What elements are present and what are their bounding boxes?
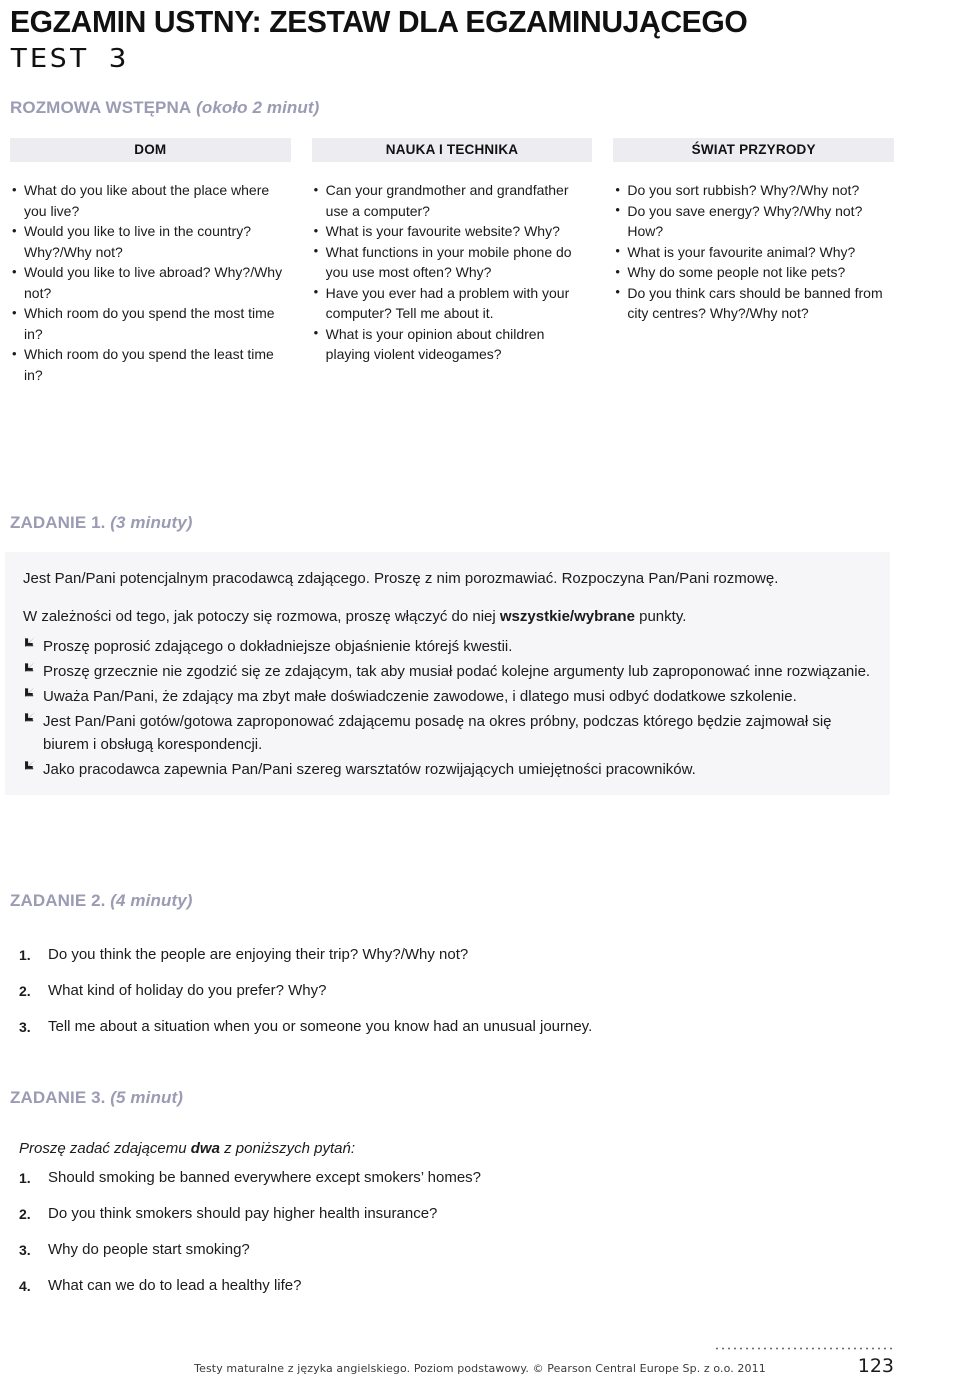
- list-item: What is your opinion about children play…: [312, 323, 593, 365]
- list-item: 1. Do you think the people are enjoying t…: [10, 945, 890, 965]
- list-item-text: What can we do to lead a healthy life?: [48, 1277, 302, 1294]
- section-heading-label: ROZMOWA WSTĘPNA: [10, 98, 192, 117]
- list-item: Proszę poprosić zdającego o dokładniejsz…: [23, 635, 872, 658]
- question-column-dom: What do you like about the place where y…: [10, 180, 291, 385]
- list-item-number: 4.: [19, 1278, 31, 1294]
- list-item-text: Proszę grzecznie nie zgodzić się ze zdaj…: [43, 663, 871, 680]
- list-item: What is your favourite animal? Why?: [613, 241, 894, 263]
- document-page: EGZAMIN USTNY: ZESTAW DLA EGZAMINUJĄCEGO…: [0, 0, 960, 1385]
- footer-credit: Testy maturalne z języka angielskiego. P…: [194, 1362, 766, 1375]
- task1-instruction-before: W zależności od tego, jak potoczy się ro…: [23, 608, 500, 625]
- list-item-text: Tell me about a situation when you or so…: [48, 1018, 593, 1035]
- zadanie-1-duration: (3 minuty): [105, 513, 193, 532]
- arrow-down-left-icon: [25, 636, 36, 647]
- section-heading-rozmowa-wstepna: ROZMOWA WSTĘPNA (około 2 minut): [10, 98, 319, 118]
- arrow-down-left-icon: [25, 759, 36, 770]
- list-item-text: Jako pracodawca zapewnia Pan/Pani szereg…: [43, 761, 696, 778]
- list-item-text: Jest Pan/Pani gotów/gotowa zaproponować …: [43, 713, 832, 753]
- list-item-text: Uważa Pan/Pani, że zdający ma zbyt małe …: [43, 688, 797, 705]
- zadanie-1-label: ZADANIE 1.: [10, 513, 106, 532]
- list-item-text: Do you think the people are enjoying the…: [48, 946, 469, 963]
- test-label: TEST 3: [10, 43, 129, 74]
- section-heading-zadanie-3: ZADANIE 3. (5 minut): [10, 1088, 183, 1108]
- task1-panel: Jest Pan/Pani potencjalnym pracodawcą zd…: [5, 552, 890, 795]
- list-item: Do you save energy? Why?/Why not? How?: [613, 200, 894, 242]
- zadanie-3-duration: (5 minut): [105, 1088, 183, 1107]
- list-item-number: 2.: [19, 1206, 31, 1222]
- question-list: Do you sort rubbish? Why?/Why not? Do yo…: [613, 180, 894, 324]
- topic-header-row: DOM NAUKA I TECHNIKA ŚWIAT PRZYRODY: [10, 138, 895, 162]
- topic-header-nauka-i-technika: NAUKA I TECHNIKA: [311, 138, 593, 162]
- task3-intro-before: Proszę zadać zdającemu: [19, 1140, 191, 1157]
- task1-points-list: Proszę poprosić zdającego o dokładniejsz…: [23, 635, 872, 781]
- list-item: Proszę grzecznie nie zgodzić się ze zdaj…: [23, 660, 872, 683]
- question-list: Can your grandmother and grandfather use…: [312, 180, 593, 365]
- list-item: Jest Pan/Pani gotów/gotowa zaproponować …: [23, 710, 872, 756]
- list-item-text: Proszę poprosić zdającego o dokładniejsz…: [43, 638, 513, 655]
- list-item-text: Do you think smokers should pay higher h…: [48, 1205, 438, 1222]
- question-column-nauka-i-technika: Can your grandmother and grandfather use…: [312, 180, 593, 385]
- question-column-swiat-przyrody: Do you sort rubbish? Why?/Why not? Do yo…: [613, 180, 894, 385]
- task2-question-list: 1. Do you think the people are enjoying t…: [10, 945, 890, 1053]
- list-item: 2. What kind of holiday do you prefer? Wh…: [10, 981, 890, 1001]
- zadanie-3-label: ZADANIE 3.: [10, 1088, 106, 1107]
- arrow-down-left-icon: [25, 661, 36, 672]
- list-item: Which room do you spend the least time i…: [10, 344, 291, 385]
- list-item: 4. What can we do to lead a healthy life?: [10, 1276, 890, 1296]
- question-list: What do you like about the place where y…: [10, 180, 291, 385]
- section-heading-duration: (około 2 minut): [191, 98, 320, 117]
- topic-header-swiat-przyrody: ŚWIAT PRZYRODY: [613, 138, 895, 162]
- list-item: Can your grandmother and grandfather use…: [312, 180, 593, 221]
- list-item: Do you think cars should be banned from …: [613, 282, 894, 324]
- list-item: 3. Why do people start smoking?: [10, 1240, 890, 1260]
- list-item-number: 1.: [19, 1170, 31, 1186]
- task3-intro-after: z poniższych pytań:: [219, 1140, 356, 1157]
- page-number: 123: [857, 1355, 894, 1377]
- list-item: Would you like to live abroad? Why?/Why …: [10, 262, 291, 303]
- list-item: 2. Do you think smokers should pay higher…: [10, 1204, 890, 1224]
- list-item-text: What kind of holiday do you prefer? Why?: [48, 982, 327, 999]
- list-item-number: 1.: [19, 947, 31, 963]
- zadanie-2-label: ZADANIE 2.: [10, 891, 106, 910]
- list-item-text: Why do people start smoking?: [48, 1241, 250, 1258]
- zadanie-2-duration: (4 minuty): [105, 891, 193, 910]
- task1-instruction-after: punkty.: [634, 608, 687, 625]
- list-item: 1. Should smoking be banned everywhere ex…: [10, 1168, 890, 1188]
- arrow-down-left-icon: [25, 711, 36, 722]
- task1-intro: Jest Pan/Pani potencjalnym pracodawcą zd…: [23, 570, 779, 587]
- list-item: Do you sort rubbish? Why?/Why not?: [613, 180, 894, 201]
- list-item: Which room do you spend the most time in…: [10, 303, 291, 344]
- list-item-number: 2.: [19, 983, 31, 999]
- section-heading-zadanie-2: ZADANIE 2. (4 minuty): [10, 891, 193, 911]
- footer-dotted-rule: [714, 1347, 894, 1350]
- section-heading-zadanie-1: ZADANIE 1. (3 minuty): [10, 513, 193, 533]
- task3-intro: Proszę zadać zdającemu dwa z poniższych …: [19, 1140, 355, 1157]
- list-item: What is your favourite website? Why?: [312, 221, 593, 242]
- list-item: What do you like about the place where y…: [10, 180, 291, 221]
- task3-question-list: 1. Should smoking be banned everywhere ex…: [10, 1168, 890, 1312]
- list-item: Jako pracodawca zapewnia Pan/Pani szereg…: [23, 758, 872, 781]
- question-columns: What do you like about the place where y…: [10, 180, 894, 385]
- list-item: Why do some people not like pets?: [613, 262, 894, 283]
- list-item-number: 3.: [19, 1242, 31, 1258]
- list-item: What functions in your mobile phone do y…: [312, 241, 593, 283]
- list-item: Would you like to live in the country? W…: [10, 221, 291, 262]
- task1-instruction-bold: wszystkie/wybrane: [499, 608, 635, 625]
- page-title: EGZAMIN USTNY: ZESTAW DLA EGZAMINUJĄCEGO: [10, 4, 748, 39]
- arrow-down-left-icon: [25, 686, 36, 697]
- list-item-text: Should smoking be banned everywhere exce…: [48, 1169, 482, 1186]
- list-item: Uważa Pan/Pani, że zdający ma zbyt małe …: [23, 685, 872, 708]
- task1-instruction: W zależności od tego, jak potoczy się ro…: [23, 606, 872, 628]
- list-item: Have you ever had a problem with your co…: [312, 282, 593, 324]
- topic-header-dom: DOM: [10, 138, 291, 162]
- task3-intro-bold: dwa: [190, 1140, 220, 1157]
- list-item-number: 3.: [19, 1019, 31, 1035]
- list-item: 3. Tell me about a situation when you or …: [10, 1017, 890, 1037]
